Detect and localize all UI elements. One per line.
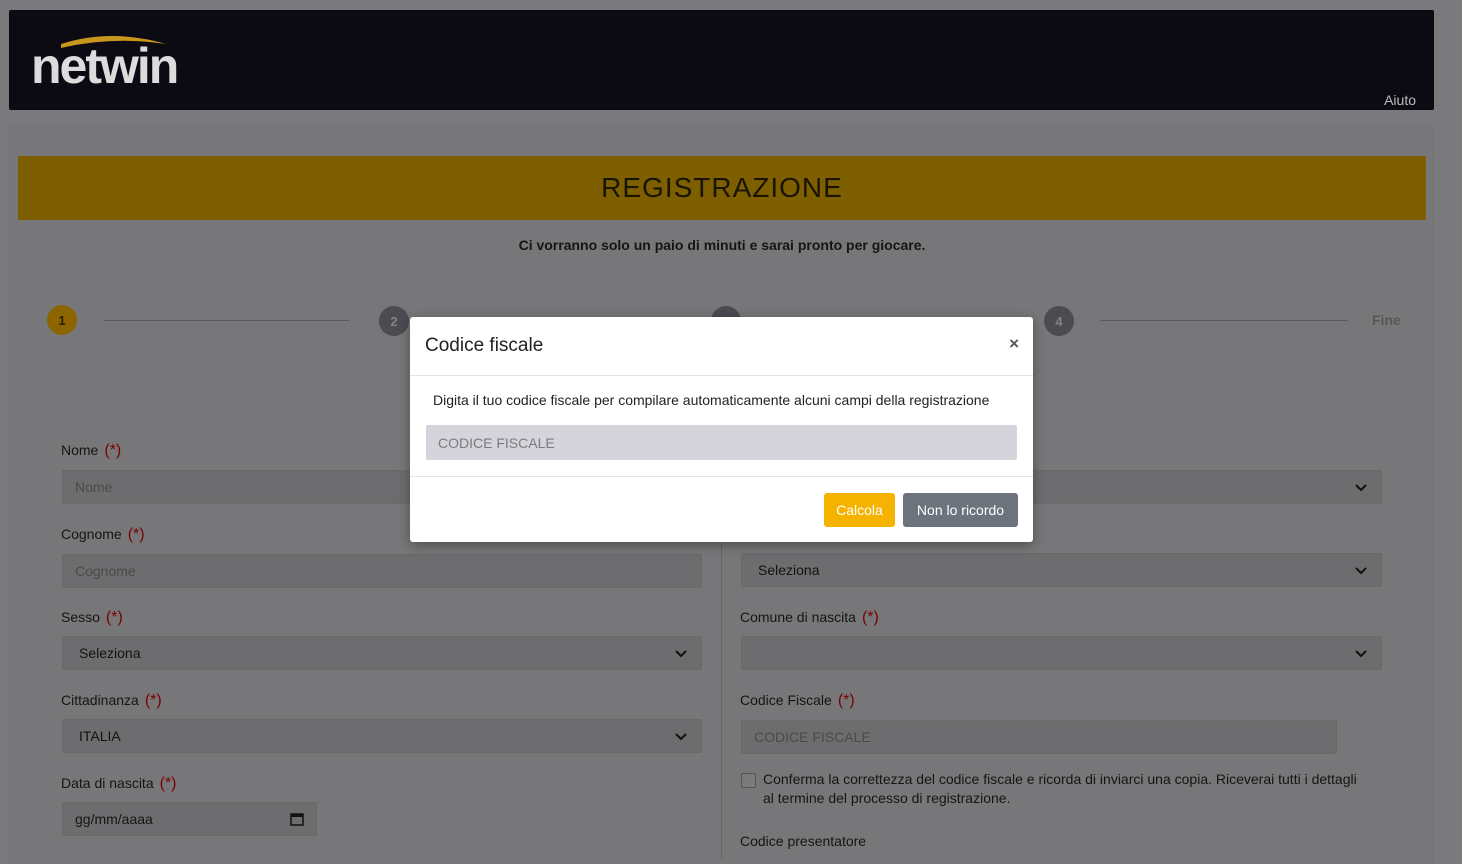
data-nascita-input[interactable]: gg/mm/aaaa [62,802,317,836]
registration-banner: REGISTRAZIONE [18,156,1426,220]
cittadinanza-label: Cittadinanza (*) [61,692,162,709]
codice-fiscale-modal: Codice fiscale × Digita il tuo codice fi… [410,317,1033,542]
chevron-down-icon [1355,484,1367,492]
step-1-indicator: 1 [47,305,77,335]
non-lo-ricordo-button[interactable]: Non lo ricordo [903,493,1018,527]
chevron-down-icon [1355,650,1367,658]
codice-presentatore-label: Codice presentatore [740,833,867,849]
calcola-button[interactable]: Calcola [824,493,895,527]
cittadinanza-select[interactable]: ITALIA [62,719,702,753]
provincia-select-partial[interactable] [1030,470,1382,504]
conferma-text: Conferma la correttezza del codice fisca… [763,771,1357,806]
modal-body: Digita il tuo codice fiscale per compila… [410,376,1033,477]
top-header: netwin Aiuto [9,10,1434,110]
calendar-icon[interactable] [290,812,304,826]
step-4-indicator: 4 [1044,306,1074,336]
step-2-indicator: 2 [379,306,409,336]
sesso-select[interactable]: Seleziona [62,636,702,670]
comune-select[interactable] [741,636,1382,670]
codice-fiscale-modal-input[interactable] [426,425,1017,460]
nome-label: Nome (*) [61,442,122,459]
codice-fiscale-input[interactable]: CODICE FISCALE [741,720,1337,754]
close-icon[interactable]: × [1009,335,1019,353]
cognome-input[interactable]: Cognome [62,554,702,588]
chevron-down-icon [675,650,687,658]
provincia-select[interactable]: Seleziona [741,553,1382,587]
modal-title: Codice fiscale [425,335,544,356]
modal-description: Digita il tuo codice fiscale per compila… [433,392,990,408]
comune-label: Comune di nascita (*) [740,609,879,626]
modal-footer: Calcola Non lo ricordo [410,477,1033,541]
chevron-down-icon [675,733,687,741]
codice-fiscale-label: Codice Fiscale (*) [740,692,855,709]
step-connector [104,320,349,321]
chevron-down-icon [1355,567,1367,575]
modal-header: Codice fiscale × [410,317,1033,376]
data-nascita-label: Data di nascita (*) [61,775,177,792]
step-connector [1100,320,1348,321]
conferma-checkbox[interactable] [741,773,756,788]
sesso-label: Sesso (*) [61,609,123,626]
cognome-label: Cognome (*) [61,526,145,543]
page-title: REGISTRAZIONE [601,172,843,203]
registration-subtitle: Ci vorranno solo un paio di minuti e sar… [518,237,926,253]
help-link[interactable]: Aiuto [1384,92,1416,108]
svg-text:netwin: netwin [31,38,177,88]
step-final-label: Fine [1372,312,1401,328]
netwin-logo[interactable]: netwin [31,32,206,94]
